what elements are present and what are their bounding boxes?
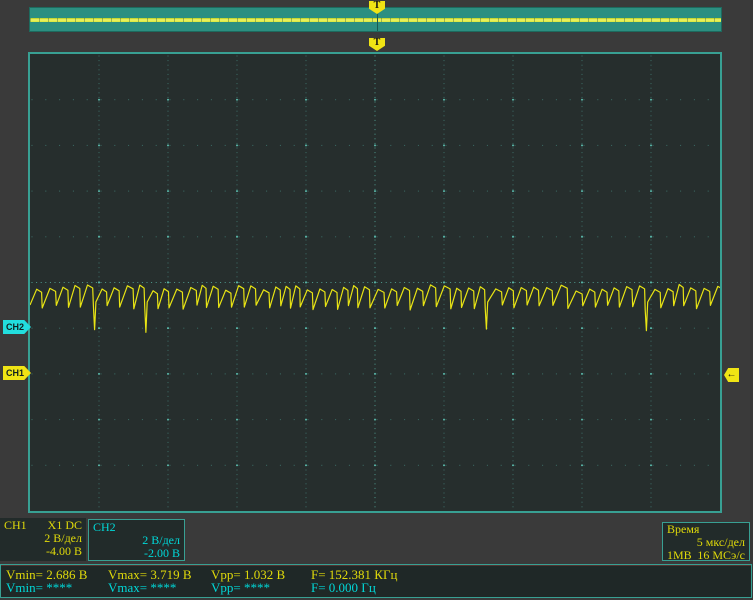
ch2-vmin-readout: Vmin= **** [6,581,72,595]
ch1-settings-panel[interactable]: CH1 X1 DC 2 В/дел -4.00 В [0,518,86,561]
ch2-vmax-readout: Vmax= **** [108,581,176,595]
timebase-title: Время [667,523,699,536]
waveform-display[interactable] [28,52,722,513]
ch1-trace [30,54,720,511]
trigger-position-marker-main[interactable]: T [369,38,385,51]
ch1-panel-title: CH1 [4,519,27,532]
sample-rate: 16 МСэ/с [697,549,745,562]
ch2-vpp-readout: Vpp= **** [211,581,270,595]
timebase-panel[interactable]: Время 5 мкс/дел 1MB 16 МСэ/с [662,522,750,561]
ch1-offset: -4.00 В [0,545,86,558]
buffer-size: 1MB [667,549,692,562]
ch2-level-marker[interactable]: CH2 [3,320,31,334]
measurements-bar: Vmin= 2.686 В Vmax= 3.719 В Vpp= 1.032 В… [0,564,752,598]
ch2-panel-title: CH2 [93,521,116,534]
left-arrow-icon: ← [727,369,737,380]
ch1-level-marker[interactable]: CH1 [3,366,31,380]
trigger-level-marker[interactable]: ← [724,368,739,382]
overview-waveform-line [30,18,721,22]
ch2-offset: -2.00 В [89,547,184,560]
oscilloscope-app: T T CH2 CH1 ← CH1 X1 DC 2 В/дел -4.00 В … [0,0,753,600]
ch2-settings-panel[interactable]: CH2 2 В/дел -2.00 В [88,519,185,561]
ch2-freq-readout: F= 0.000 Гц [311,581,376,595]
